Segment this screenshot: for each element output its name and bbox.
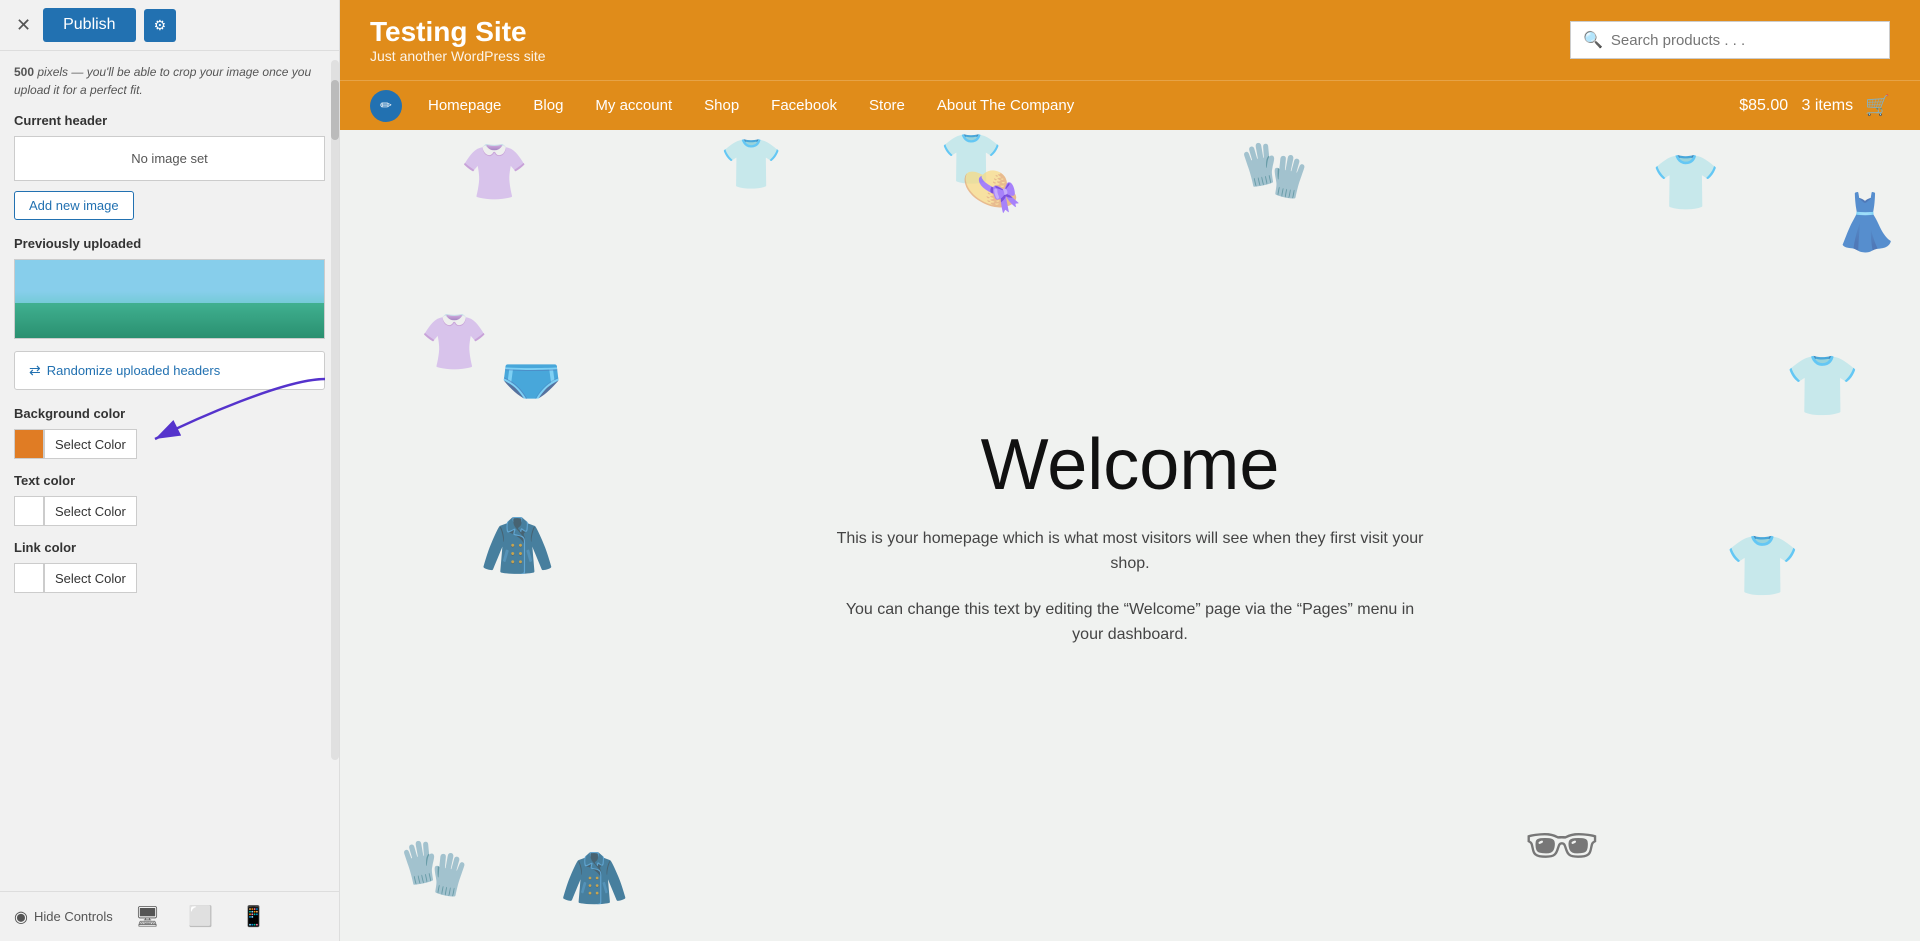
text-select-color-button[interactable]: Select Color <box>44 496 137 526</box>
clothing-item: 👕 <box>1785 350 1860 421</box>
clothing-item: 👕 <box>720 135 782 194</box>
nav-item-facebook[interactable]: Facebook <box>757 81 851 130</box>
nav-item-store[interactable]: Store <box>855 81 919 130</box>
welcome-title: Welcome <box>830 423 1430 505</box>
link-color-swatch[interactable] <box>14 563 44 593</box>
bg-color-swatch[interactable] <box>14 429 44 459</box>
nav-item-blog[interactable]: Blog <box>519 81 577 130</box>
current-header-label: Current header <box>14 113 325 128</box>
link-color-row: Select Color <box>14 563 325 593</box>
welcome-paragraph-1: This is your homepage which is what most… <box>830 525 1430 576</box>
text-color-label: Text color <box>14 473 325 488</box>
clothing-item: 👚 <box>420 310 488 375</box>
customizer-panel: ✕ Publish ⚙ 500 pixels — you'll be able … <box>0 0 340 941</box>
publish-button[interactable]: Publish <box>43 8 135 42</box>
top-bar: ✕ Publish ⚙ <box>0 0 339 51</box>
close-icon: ✕ <box>16 15 31 35</box>
welcome-paragraph-2: You can change this text by editing the … <box>830 597 1430 648</box>
background-color-section: Background color Select Color <box>14 406 325 459</box>
panel-content: 500 pixels — you'll be able to crop your… <box>0 51 339 891</box>
clothing-item: 🧤 <box>400 836 468 901</box>
nav-item-myaccount[interactable]: My account <box>581 81 686 130</box>
site-header: Testing Site Just another WordPress site… <box>340 0 1920 80</box>
hint-text: 500 pixels — you'll be able to crop your… <box>14 63 325 99</box>
edit-pencil-button[interactable]: ✏ <box>370 90 402 122</box>
add-new-image-button[interactable]: Add new image <box>14 191 134 220</box>
mobile-device-button[interactable]: 📱 <box>235 902 272 931</box>
bg-select-color-button[interactable]: Select Color <box>44 429 137 459</box>
clothing-item: 🕶 <box>1524 810 1600 881</box>
cart-icon[interactable]: 🛒 <box>1865 93 1890 118</box>
panel-footer: ◉ Hide Controls 🖥 ⬜ 📱 <box>0 891 339 941</box>
nav-item-homepage[interactable]: Homepage <box>414 81 515 130</box>
nav-left: ✏ Homepage Blog My account Shop Facebook… <box>370 81 1088 130</box>
clothing-item: 🩲 <box>500 350 562 409</box>
desktop-device-button[interactable]: 🖥 <box>129 902 166 931</box>
site-title-group: Testing Site Just another WordPress site <box>370 16 546 64</box>
text-color-swatch[interactable] <box>14 496 44 526</box>
clothing-item: 🧥 <box>560 846 628 911</box>
site-body: 👚 👕 👕 👒 🧤 👕 👗 👚 🩲 🧥 👕 👕 🧤 🧥 🕶 Welcome Th… <box>340 130 1920 941</box>
clothing-item: 👚 <box>460 140 528 205</box>
randomize-headers-button[interactable]: ⇄ Randomize uploaded headers <box>14 351 325 390</box>
previously-uploaded-label: Previously uploaded <box>14 236 325 251</box>
site-nav: ✏ Homepage Blog My account Shop Facebook… <box>340 80 1920 130</box>
clothing-item: 👗 <box>1832 190 1900 255</box>
site-tagline: Just another WordPress site <box>370 48 546 64</box>
shuffle-icon: ⇄ <box>29 362 41 379</box>
uploaded-image-preview[interactable] <box>14 259 325 339</box>
close-button[interactable]: ✕ <box>12 11 35 40</box>
gear-icon: ⚙ <box>154 17 167 33</box>
bg-color-label: Background color <box>14 406 325 421</box>
no-image-box: No image set <box>14 136 325 181</box>
hide-controls-icon: ◉ <box>14 907 28 927</box>
settings-button[interactable]: ⚙ <box>144 9 177 42</box>
mobile-icon: 📱 <box>241 906 266 928</box>
text-color-row: Select Color <box>14 496 325 526</box>
main-preview: Testing Site Just another WordPress site… <box>340 0 1920 941</box>
tablet-device-button[interactable]: ⬜ <box>182 902 219 931</box>
link-select-color-button[interactable]: Select Color <box>44 563 137 593</box>
bg-color-row: Select Color <box>14 429 325 459</box>
nav-right: $85.00 3 items 🛒 <box>1739 93 1890 118</box>
nav-item-aboutcompany[interactable]: About The Company <box>923 81 1088 130</box>
clothing-item: 👕 <box>1652 150 1720 215</box>
search-icon: 🔍 <box>1583 30 1603 50</box>
clothing-item: 🧤 <box>1240 138 1308 203</box>
clothing-item: 👕 <box>1725 530 1800 601</box>
tablet-icon: ⬜ <box>188 906 213 928</box>
link-color-section: Link color Select Color <box>14 540 325 593</box>
search-input[interactable] <box>1611 32 1877 49</box>
nav-item-shop[interactable]: Shop <box>690 81 753 130</box>
clothing-item: 🧥 <box>480 510 555 581</box>
arrow-annotation: Select Color <box>14 429 325 459</box>
clothing-item: 👒 <box>960 160 1022 219</box>
desktop-icon: 🖥 <box>135 906 160 928</box>
welcome-content: Welcome This is your homepage which is w… <box>830 423 1430 647</box>
link-color-label: Link color <box>14 540 325 555</box>
hide-controls-button[interactable]: ◉ Hide Controls <box>14 907 113 927</box>
site-title: Testing Site <box>370 16 546 48</box>
search-box[interactable]: 🔍 <box>1570 21 1890 59</box>
clothing-item: 👕 <box>940 130 1002 189</box>
cart-amount: $85.00 3 items <box>1739 97 1853 115</box>
text-color-section: Text color Select Color <box>14 473 325 526</box>
